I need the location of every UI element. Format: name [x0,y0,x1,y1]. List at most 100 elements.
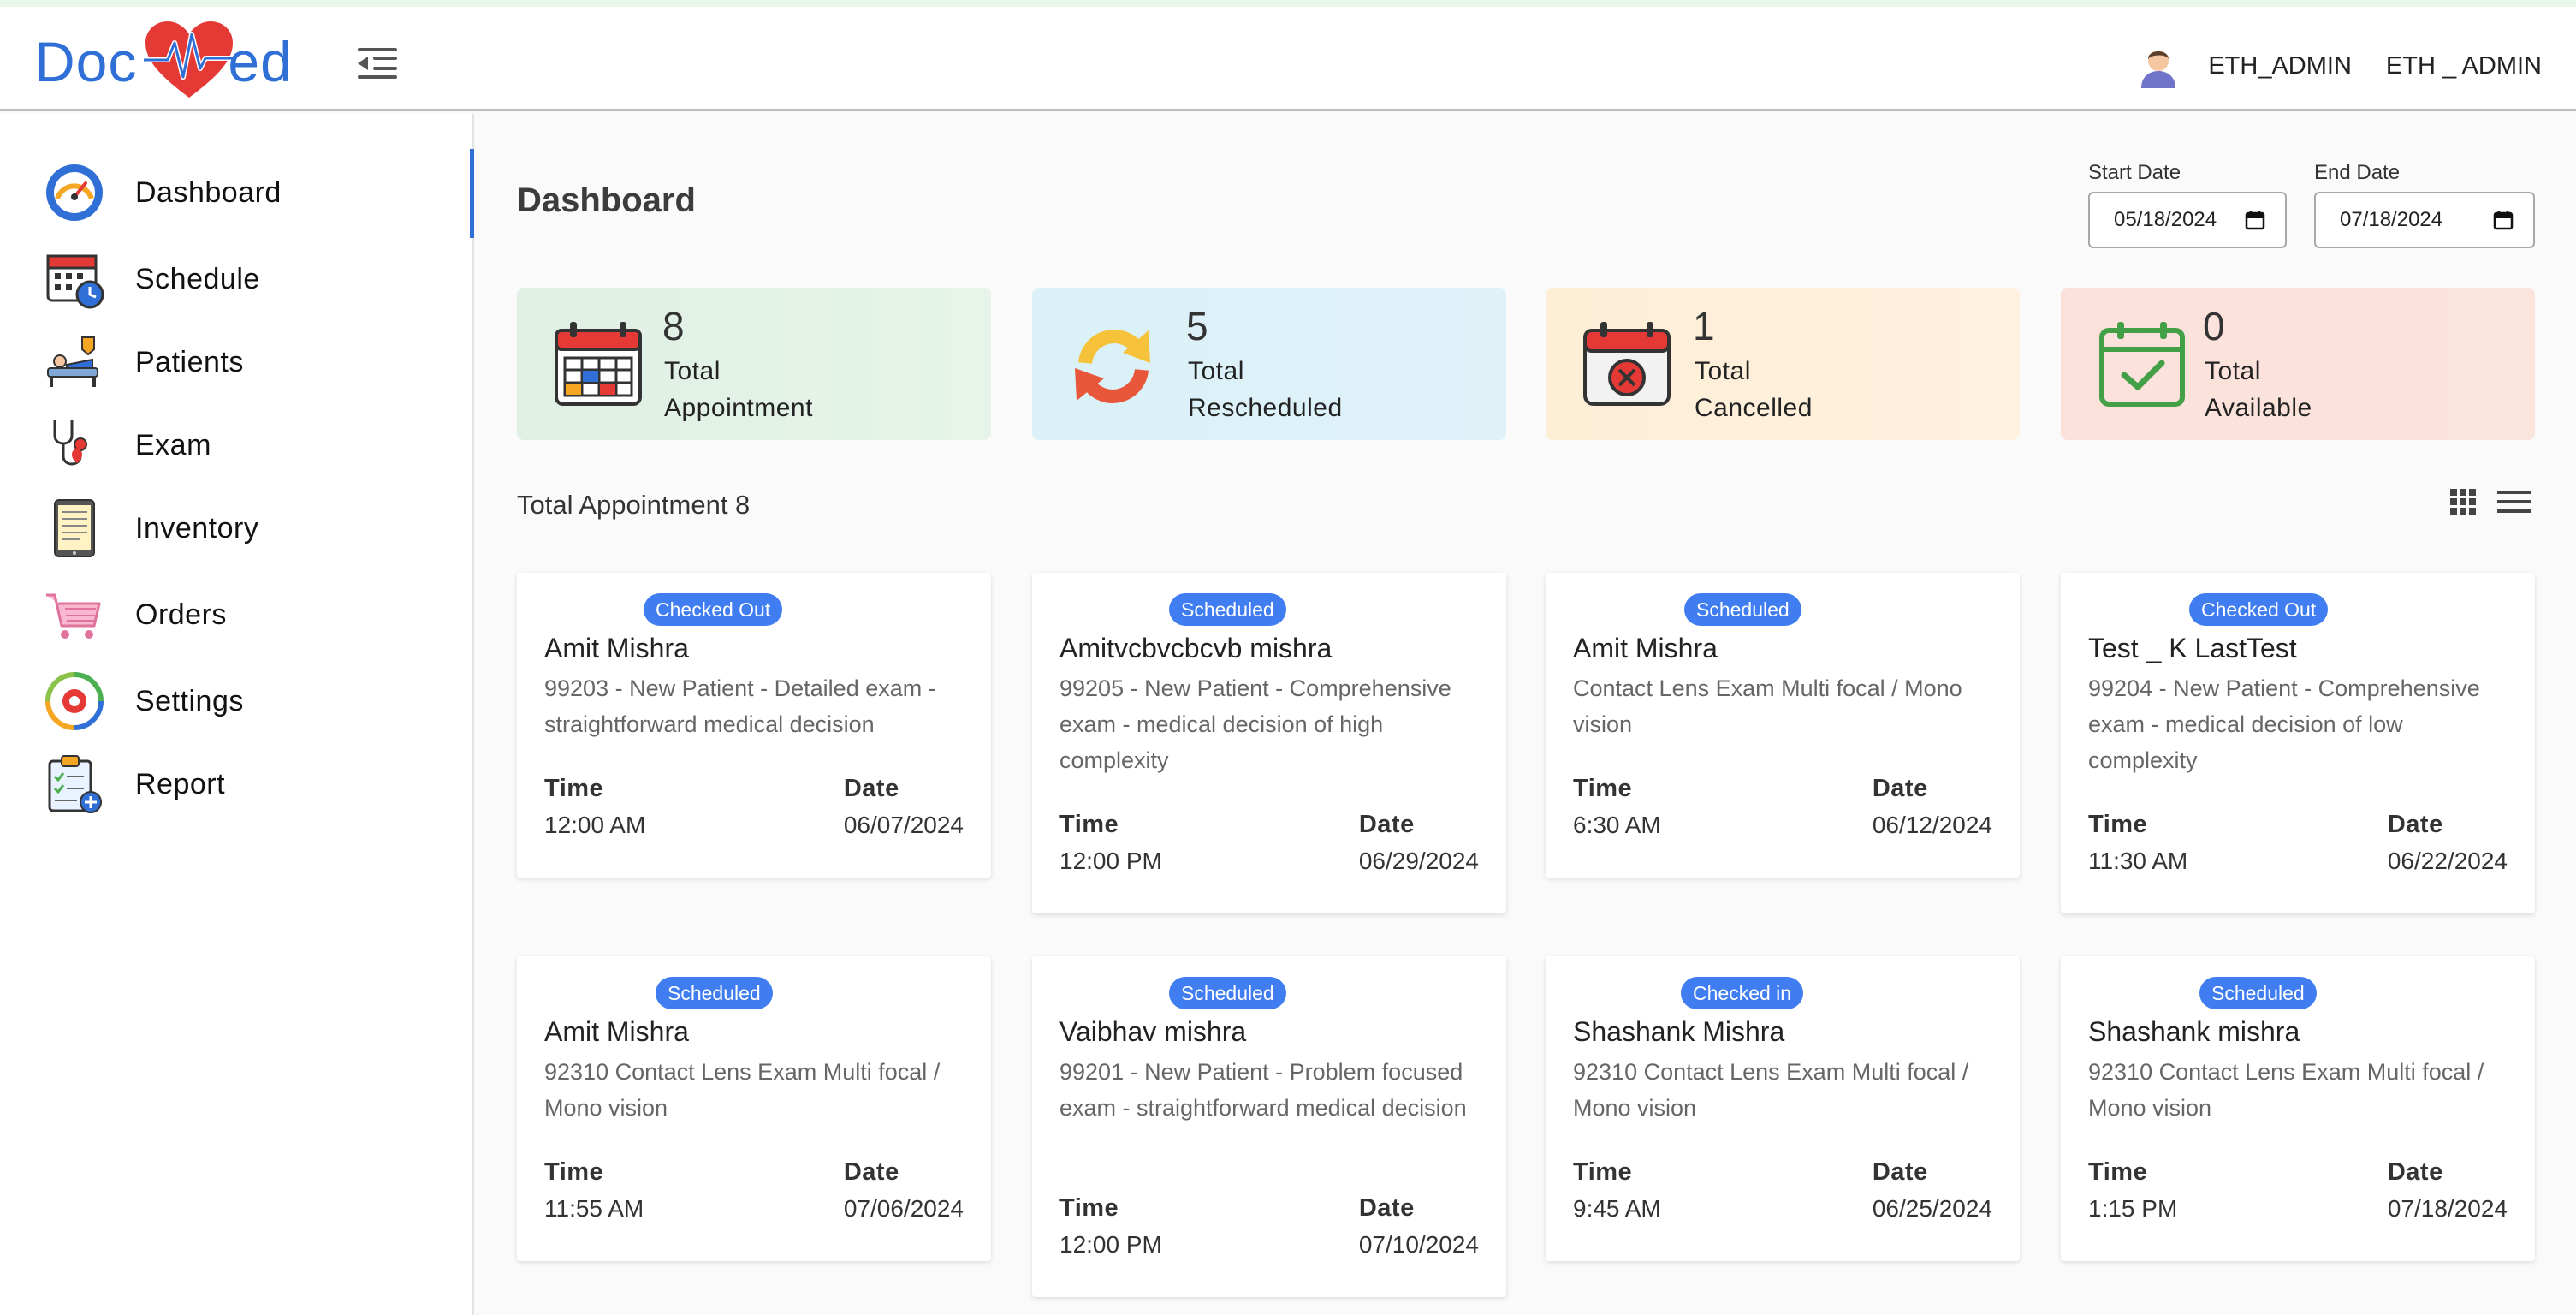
status-badge: Scheduled [1684,593,1801,626]
date-value: 06/22/2024 [2387,848,2508,874]
tablet-list-icon [54,499,95,557]
sidebar-item-settings[interactable]: Settings [43,667,244,735]
sidebar-item-inventory[interactable]: Inventory [43,494,258,562]
time-value: 6:30 AM [1573,812,1661,838]
appointment-card[interactable]: Scheduled Amit Mishra 92310 Contact Lens… [517,956,991,1261]
appointment-description: 99204 - New Patient - Comprehensive exam… [2088,675,2480,773]
logo-text-left: Doc [34,30,138,93]
stat-label: Total Rescheduled [1188,357,1343,422]
date-label: Date [2387,811,2443,838]
sidebar-item-dashboard[interactable]: Dashboard [43,158,282,227]
date-value: 07/10/2024 [1358,1231,1479,1258]
time-value: 11:30 AM [2088,848,2188,874]
calendar-icon[interactable] [2492,209,2514,231]
appointment-card[interactable]: Scheduled Shashank mishra 92310 Contact … [2061,956,2535,1261]
stat-value: 1 [1693,304,1715,348]
calendar-icon[interactable] [2244,209,2266,231]
sidebar-item-label: Inventory [135,511,259,544]
grid-view-icon[interactable] [2449,488,2477,515]
shopping-cart-icon [46,593,101,639]
patient-name: Test _ K LastTest [2088,633,2297,663]
time-value: 9:45 AM [1573,1195,1661,1222]
menu-collapse-icon[interactable] [356,45,399,82]
top-accent-line [0,0,2576,7]
time-label: Time [544,775,604,802]
calendar-clock-icon [46,254,104,309]
start-date-input[interactable]: 05/18/2024 [2088,192,2287,248]
stethoscope-icon [53,420,87,466]
stat-card-total-rescheduled[interactable]: 5 Total Rescheduled [1032,288,1506,440]
sidebar-item-exam[interactable]: Exam [43,411,211,479]
status-badge: Scheduled [1169,593,1286,626]
time-value: 12:00 AM [544,812,646,838]
date-value: 06/07/2024 [843,812,964,838]
appointment-card[interactable]: Scheduled Amitvcbvcbcvb mishra 99205 - N… [1032,573,1506,913]
sidebar-item-patients[interactable]: Patients [43,328,244,396]
date-label: Date [843,1158,899,1186]
date-label: Date [1872,775,1928,802]
appointment-meta: Time 11:55 AM Date 07/06/2024 [544,1158,964,1235]
stat-value: 0 [2203,304,2225,348]
sidebar-item-orders[interactable]: Orders [43,580,227,649]
date-label: Date [2387,1158,2443,1186]
patient-name: Amit Mishra [544,633,689,663]
sidebar-item-label: Patients [135,345,244,378]
appointment-description: 92310 Contact Lens Exam Multi focal / Mo… [544,1059,941,1121]
status-badge: Scheduled [2199,977,2317,1009]
dashboard-gauge-icon [46,164,103,221]
appointment-description: Contact Lens Exam Multi focal / Mono vis… [1573,675,1962,737]
stat-value: 8 [662,304,685,348]
date-value: 06/25/2024 [1872,1195,1992,1222]
sidebar-item-report[interactable]: Report [43,750,225,818]
status-badge: Scheduled [656,977,773,1009]
appointment-description: 99201 - New Patient - Problem focused ex… [1059,1059,1467,1121]
end-date-input[interactable]: 07/18/2024 [2314,192,2535,248]
appointment-card[interactable]: Checked Out Amit Mishra 99203 - New Pati… [517,573,991,878]
stat-card-total-cancelled[interactable]: 1 Total Cancelled [1546,288,2020,440]
appointment-meta: Time 12:00 AM Date 06/07/2024 [544,775,964,852]
time-value: 11:55 AM [544,1195,644,1222]
appointment-card[interactable]: Checked Out Test _ K LastTest 99204 - Ne… [2061,573,2535,913]
sidebar-item-schedule[interactable]: Schedule [43,245,260,313]
patient-name: Amit Mishra [1573,633,1718,663]
end-date-field: End Date 07/18/2024 [2314,161,2535,248]
start-date-field: Start Date 05/18/2024 [2088,161,2287,248]
appointment-description: 99205 - New Patient - Comprehensive exam… [1059,675,1451,773]
time-label: Time [1059,1194,1119,1222]
sidebar-item-label: Settings [135,684,244,717]
calendar-check-icon [2099,322,2185,407]
calendar-cancel-icon [1583,322,1671,406]
appointment-meta: Time 9:45 AM Date 06/25/2024 [1573,1158,1992,1235]
sidebar-item-label: Orders [135,598,227,631]
time-value: 12:00 PM [1059,848,1162,874]
list-view-icon[interactable] [2497,488,2531,515]
appointment-description: 92310 Contact Lens Exam Multi focal / Mo… [2088,1059,2484,1121]
heart-pulse-icon [144,21,235,98]
date-label: Date [1358,1194,1415,1222]
sidebar-item-label: Dashboard [135,176,282,209]
sidebar-item-label: Report [135,767,226,800]
appointment-meta: Time 11:30 AM Date 06/22/2024 [2088,811,2508,888]
patient-bed-icon [47,336,98,387]
time-label: Time [1573,1158,1633,1186]
date-value: 07/18/2024 [2387,1195,2508,1222]
stat-card-total-appointment[interactable]: 8 Total Appointment [517,288,991,440]
stat-card-total-available[interactable]: 0 Total Available [2061,288,2535,440]
docmed-logo[interactable]: Doc ed [34,19,293,104]
date-label: Date [1872,1158,1928,1186]
start-date-value: 05/18/2024 [2114,208,2217,231]
user-name: ETH_ADMIN [2208,51,2352,80]
date-label: Date [1358,811,1415,838]
time-label: Time [2088,811,2148,838]
appointment-card[interactable]: Scheduled Vaibhav mishra 99201 - New Pat… [1032,956,1506,1297]
refresh-arrows-icon [1075,330,1150,403]
appointment-card[interactable]: Checked in Shashank Mishra 92310 Contact… [1546,956,2020,1261]
patient-name: Amit Mishra [544,1016,689,1047]
time-label: Time [1573,775,1633,802]
time-label: Time [1059,811,1119,838]
appointment-card[interactable]: Scheduled Amit Mishra Contact Lens Exam … [1546,573,2020,878]
patient-name: Amitvcbvcbcvb mishra [1059,633,1333,663]
user-menu[interactable]: ETH_ADMIN ETH _ ADMIN [2134,38,2542,94]
status-badge: Scheduled [1169,977,1286,1009]
appointment-description: 92310 Contact Lens Exam Multi focal / Mo… [1573,1059,1969,1121]
